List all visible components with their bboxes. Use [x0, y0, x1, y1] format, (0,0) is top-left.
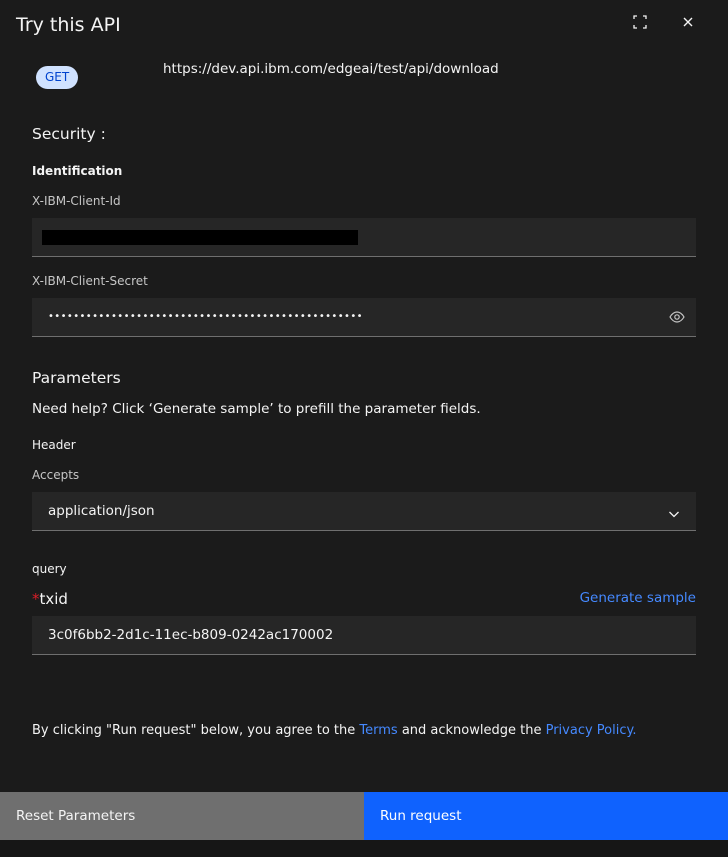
client-id-label: X-IBM-Client-Id — [32, 194, 121, 208]
query-group-label: query — [32, 562, 67, 576]
identification-label: Identification — [32, 164, 123, 178]
required-marker: * — [32, 590, 40, 608]
run-request-button[interactable]: Run request — [364, 792, 728, 840]
accepts-label: Accepts — [32, 468, 80, 482]
agreement-middle: and acknowledge the — [397, 723, 546, 738]
agreement-prefix: By clicking "Run request" below, you agr… — [32, 723, 360, 738]
txid-input[interactable]: 3c0f6bb2-2d1c-11ec-b809-0242ac170002 — [32, 616, 696, 655]
client-id-input[interactable] — [32, 218, 696, 257]
agreement-text: By clicking "Run request" below, you agr… — [32, 723, 636, 738]
modal-title: Try this API — [16, 14, 121, 36]
reset-parameters-button[interactable]: Reset Parameters — [0, 792, 364, 840]
accepts-select[interactable]: application/json — [32, 492, 696, 531]
close-icon[interactable] — [676, 10, 700, 34]
redacted-value — [42, 230, 358, 245]
parameters-heading: Parameters — [32, 369, 121, 387]
header-group-label: Header — [32, 438, 76, 452]
generate-sample-link[interactable]: Generate sample — [580, 590, 696, 606]
client-secret-label: X-IBM-Client-Secret — [32, 274, 148, 288]
txid-label: *txid — [32, 590, 68, 608]
privacy-policy-link[interactable]: Privacy Policy. — [546, 723, 637, 738]
http-method-tag: GET — [36, 66, 79, 89]
maximize-icon[interactable] — [628, 10, 652, 34]
client-secret-input[interactable]: ••••••••••••••••••••••••••••••••••••••••… — [32, 298, 696, 337]
eye-icon[interactable] — [668, 309, 686, 325]
terms-link[interactable]: Terms — [359, 723, 397, 738]
bottom-edge — [0, 840, 728, 857]
endpoint-url: https://dev.api.ibm.com/edgeai/test/api/… — [163, 61, 499, 77]
txid-value: 3c0f6bb2-2d1c-11ec-b809-0242ac170002 — [48, 627, 334, 643]
txid-label-text: txid — [39, 590, 68, 608]
chevron-down-icon — [668, 505, 680, 524]
parameters-help-text: Need help? Click ‘Generate sample’ to pr… — [32, 401, 481, 417]
security-heading: Security : — [32, 125, 106, 143]
accepts-value: application/json — [48, 503, 155, 519]
client-secret-value: ••••••••••••••••••••••••••••••••••••••••… — [48, 311, 363, 322]
try-api-modal: Try this API GET https://dev.api.ibm.com… — [0, 0, 728, 857]
